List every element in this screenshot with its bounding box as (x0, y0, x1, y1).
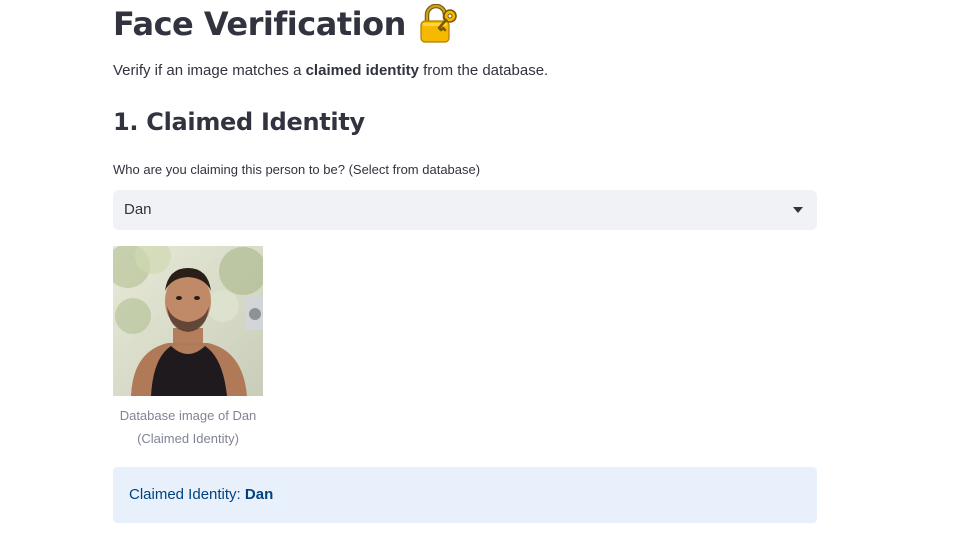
intro-suffix: from the database. (418, 62, 549, 79)
page-title: Face Verification (113, 5, 406, 43)
intro-bold: claimed identity (305, 62, 419, 79)
image-caption-line2: (Claimed Identity) (137, 431, 239, 446)
info-text: Claimed Identity: Dan (129, 486, 273, 503)
identity-select[interactable]: Dan (113, 190, 817, 230)
section-heading-claimed-identity: 1. Claimed Identity (113, 108, 365, 136)
image-caption-line1: Database image of Dan (119, 408, 257, 423)
info-value: Dan (244, 486, 274, 503)
lock-with-key-icon (418, 3, 460, 44)
database-person-image (113, 246, 263, 396)
intro-text: Verify if an image matches a claimed ide… (113, 62, 548, 79)
info-prefix: Claimed Identity: (129, 486, 245, 503)
title-row: Face Verification (113, 2, 460, 46)
intro-prefix: Verify if an image matches a (113, 62, 306, 79)
claimed-identity-info-box: Claimed Identity: Dan (113, 467, 817, 523)
identity-select-label: Who are you claiming this person to be? … (113, 162, 481, 177)
image-caption: Database image of Dan (Claimed Identity) (113, 404, 263, 450)
identity-select-value: Dan (124, 201, 152, 218)
chevron-down-icon[interactable] (793, 207, 803, 213)
